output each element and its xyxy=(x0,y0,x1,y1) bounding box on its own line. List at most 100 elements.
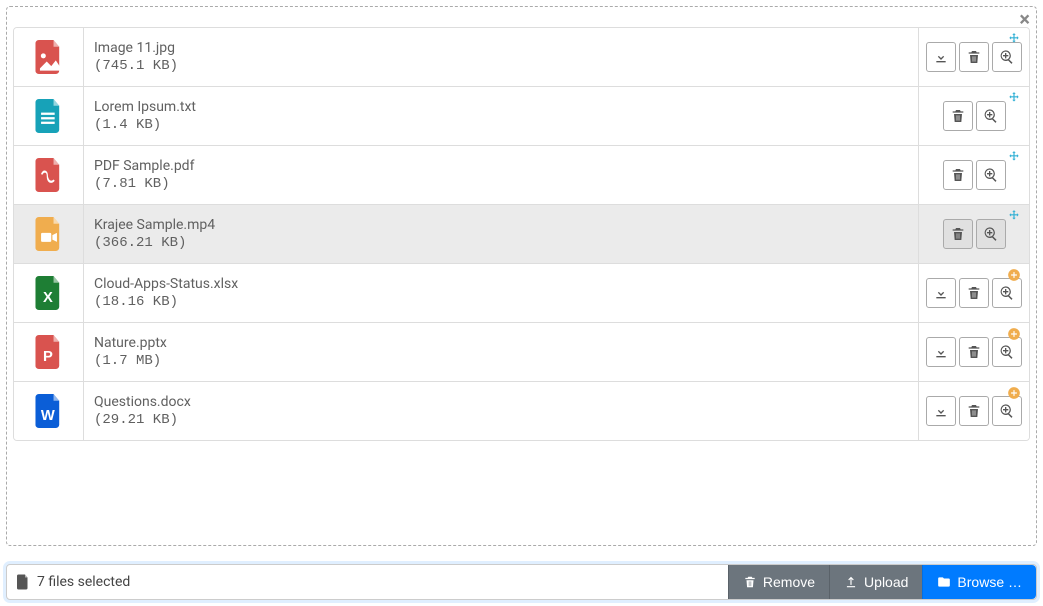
delete-button[interactable] xyxy=(943,101,973,131)
file-info-cell: Lorem Ipsum.txt(1.4 KB) xyxy=(84,87,919,145)
plus-circle-icon xyxy=(1007,327,1021,341)
delete-button[interactable] xyxy=(959,396,989,426)
download-button[interactable] xyxy=(926,278,956,308)
file-actions xyxy=(919,264,1029,322)
file-size: (1.7 MB) xyxy=(94,353,908,369)
zoom-in-icon xyxy=(983,167,999,183)
file-drop-zone[interactable]: × Image 11.jpg(745.1 KB) Lorem Ipsum.txt… xyxy=(6,6,1037,546)
trash-icon xyxy=(966,49,982,65)
plus-circle-icon xyxy=(1007,386,1021,400)
file-name: Krajee Sample.mp4 xyxy=(94,217,908,233)
zoom-button[interactable] xyxy=(976,160,1006,190)
zoom-in-icon xyxy=(983,108,999,124)
image-file-icon xyxy=(35,40,63,74)
svg-text:W: W xyxy=(40,408,54,424)
upload-label: Upload xyxy=(864,574,908,590)
zoom-in-icon xyxy=(999,49,1015,65)
folder-open-icon xyxy=(937,575,951,589)
upload-icon xyxy=(844,575,858,589)
download-icon xyxy=(933,344,949,360)
file-size: (366.21 KB) xyxy=(94,235,908,251)
file-icon-cell: P xyxy=(14,323,84,381)
file-info-cell: Questions.docx (29.21 KB) xyxy=(84,382,919,440)
file-actions xyxy=(919,205,1029,263)
file-row[interactable]: PDF Sample.pdf(7.81 KB) xyxy=(14,146,1029,205)
plus-circle-icon xyxy=(1007,268,1021,282)
word-file-icon: W xyxy=(35,394,63,428)
download-button[interactable] xyxy=(926,337,956,367)
zoom-button[interactable] xyxy=(992,396,1022,426)
text-file-icon xyxy=(35,99,63,133)
file-info-cell: Nature.pptx(1.7 MB) xyxy=(84,323,919,381)
file-input-footer: 7 files selected Remove Upload Browse … xyxy=(6,564,1037,600)
excel-file-icon: X xyxy=(35,276,63,310)
file-row[interactable]: P Nature.pptx(1.7 MB) xyxy=(14,323,1029,382)
close-icon[interactable]: × xyxy=(1019,9,1030,29)
file-list: Image 11.jpg(745.1 KB) Lorem Ipsum.txt(1… xyxy=(13,27,1030,441)
zoom-button[interactable] xyxy=(976,219,1006,249)
file-row[interactable]: W Questions.docx (29.21 KB) xyxy=(14,382,1029,440)
file-actions xyxy=(919,28,1029,86)
zoom-button[interactable] xyxy=(992,278,1022,308)
download-button[interactable] xyxy=(926,396,956,426)
file-actions xyxy=(919,87,1029,145)
trash-icon xyxy=(950,108,966,124)
trash-icon xyxy=(950,167,966,183)
file-icon-cell xyxy=(14,205,84,263)
file-icon xyxy=(17,574,29,590)
file-actions xyxy=(919,382,1029,440)
file-info-cell: Cloud-Apps-Status.xlsx (18.16 KB) xyxy=(84,264,919,322)
browse-button[interactable]: Browse … xyxy=(922,565,1036,599)
file-caption: 7 files selected xyxy=(7,565,728,599)
file-icon-cell xyxy=(14,87,84,145)
delete-button[interactable] xyxy=(959,278,989,308)
download-icon xyxy=(933,403,949,419)
zoom-button[interactable] xyxy=(992,42,1022,72)
file-row[interactable]: X Cloud-Apps-Status.xlsx (18.16 KB) xyxy=(14,264,1029,323)
zoom-button[interactable] xyxy=(976,101,1006,131)
file-name: Questions.docx xyxy=(94,394,908,410)
file-name: Lorem Ipsum.txt xyxy=(94,99,908,115)
zoom-in-icon xyxy=(983,226,999,242)
download-icon xyxy=(933,49,949,65)
ppt-file-icon: P xyxy=(35,335,63,369)
delete-button[interactable] xyxy=(959,42,989,72)
download-button[interactable] xyxy=(926,42,956,72)
trash-icon xyxy=(966,344,982,360)
file-info-cell: Image 11.jpg(745.1 KB) xyxy=(84,28,919,86)
file-name: Cloud-Apps-Status.xlsx xyxy=(94,276,908,292)
delete-button[interactable] xyxy=(959,337,989,367)
remove-label: Remove xyxy=(763,574,815,590)
zoom-in-icon xyxy=(999,403,1015,419)
file-row[interactable]: Image 11.jpg(745.1 KB) xyxy=(14,28,1029,87)
remove-button[interactable]: Remove xyxy=(728,565,829,599)
move-icon[interactable] xyxy=(1007,209,1021,223)
file-info-cell: PDF Sample.pdf(7.81 KB) xyxy=(84,146,919,204)
file-actions xyxy=(919,323,1029,381)
move-icon[interactable] xyxy=(1007,32,1021,46)
pdf-file-icon xyxy=(35,158,63,192)
upload-button[interactable]: Upload xyxy=(829,565,922,599)
browse-label: Browse … xyxy=(957,574,1022,590)
trash-icon xyxy=(950,226,966,242)
svg-text:P: P xyxy=(42,349,52,365)
file-size: (18.16 KB) xyxy=(94,294,908,310)
trash-icon xyxy=(966,403,982,419)
move-icon[interactable] xyxy=(1007,91,1021,105)
file-icon-cell xyxy=(14,28,84,86)
file-row[interactable]: Krajee Sample.mp4 (366.21 KB) xyxy=(14,205,1029,264)
file-name: PDF Sample.pdf xyxy=(94,158,908,174)
file-info-cell: Krajee Sample.mp4 (366.21 KB) xyxy=(84,205,919,263)
file-size: (745.1 KB) xyxy=(94,58,908,74)
file-size: (29.21 KB) xyxy=(94,412,908,428)
zoom-button[interactable] xyxy=(992,337,1022,367)
file-icon-cell: X xyxy=(14,264,84,322)
file-row[interactable]: Lorem Ipsum.txt(1.4 KB) xyxy=(14,87,1029,146)
move-icon[interactable] xyxy=(1007,150,1021,164)
file-icon-cell xyxy=(14,146,84,204)
delete-button[interactable] xyxy=(943,160,973,190)
file-actions xyxy=(919,146,1029,204)
delete-button[interactable] xyxy=(943,219,973,249)
caption-text: 7 files selected xyxy=(37,574,130,590)
zoom-in-icon xyxy=(999,285,1015,301)
